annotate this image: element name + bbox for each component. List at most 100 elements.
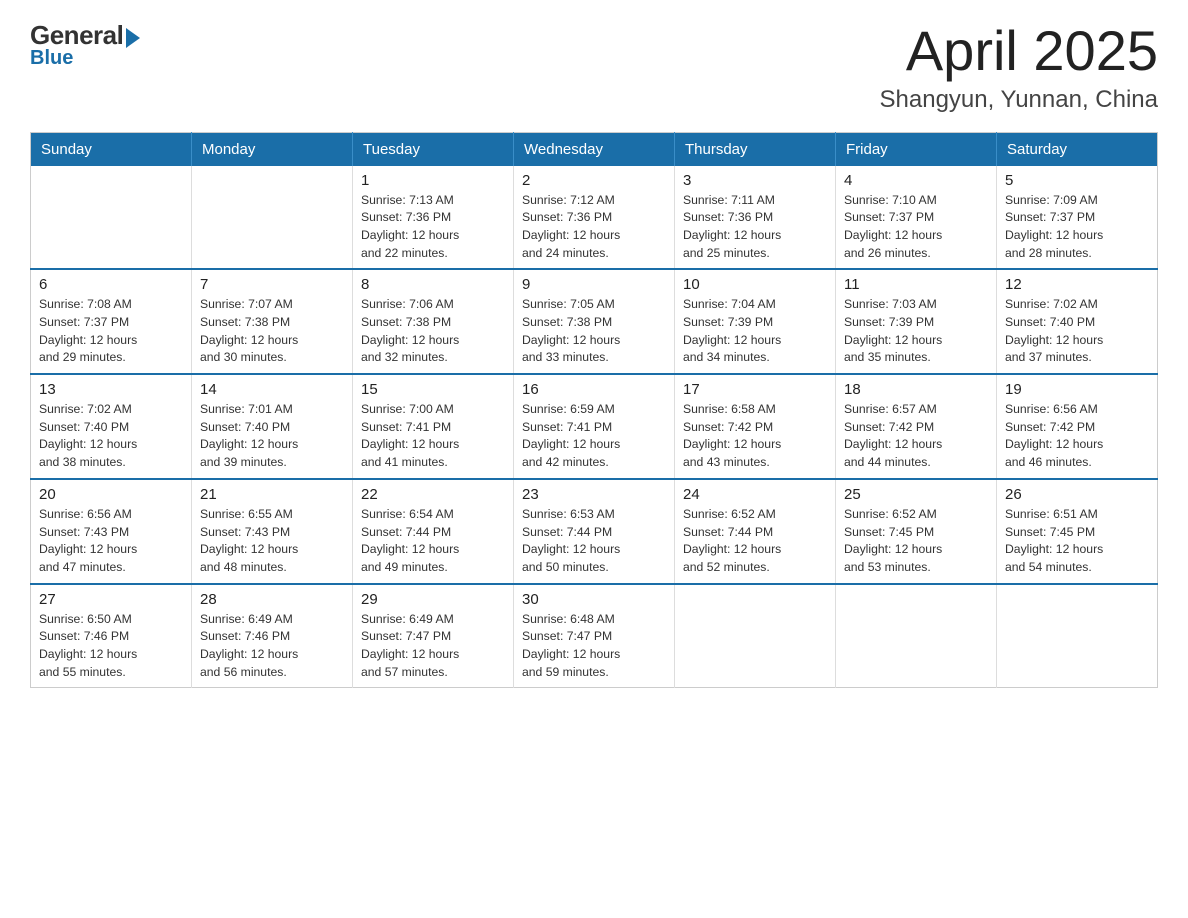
calendar-day-cell: 29 Sunrise: 6:49 AM Sunset: 7:47 PM Dayli… <box>353 584 514 688</box>
calendar-day-cell: 17 Sunrise: 6:58 AM Sunset: 7:42 PM Dayli… <box>675 374 836 479</box>
day-number: 2 <box>522 172 666 189</box>
day-info: Sunrise: 7:04 AM Sunset: 7:39 PM Dayligh… <box>683 296 827 367</box>
calendar-day-cell: 6 Sunrise: 7:08 AM Sunset: 7:37 PM Daylig… <box>31 269 192 374</box>
calendar-title: April 2025 <box>880 20 1158 82</box>
calendar-table: SundayMondayTuesdayWednesdayThursdayFrid… <box>30 132 1158 689</box>
calendar-day-cell: 25 Sunrise: 6:52 AM Sunset: 7:45 PM Dayli… <box>836 479 997 584</box>
day-number: 29 <box>361 591 505 608</box>
day-info: Sunrise: 7:05 AM Sunset: 7:38 PM Dayligh… <box>522 296 666 367</box>
day-info: Sunrise: 7:02 AM Sunset: 7:40 PM Dayligh… <box>39 401 183 472</box>
day-number: 30 <box>522 591 666 608</box>
day-info: Sunrise: 7:02 AM Sunset: 7:40 PM Dayligh… <box>1005 296 1149 367</box>
day-number: 28 <box>200 591 344 608</box>
day-number: 4 <box>844 172 988 189</box>
day-number: 16 <box>522 381 666 398</box>
day-info: Sunrise: 7:08 AM Sunset: 7:37 PM Dayligh… <box>39 296 183 367</box>
page-header: General Blue April 2025 Shangyun, Yunnan… <box>30 20 1158 114</box>
calendar-week-row: 13 Sunrise: 7:02 AM Sunset: 7:40 PM Dayli… <box>31 374 1158 479</box>
day-number: 12 <box>1005 276 1149 293</box>
day-number: 21 <box>200 486 344 503</box>
weekday-header: Monday <box>192 132 353 166</box>
day-number: 13 <box>39 381 183 398</box>
day-number: 5 <box>1005 172 1149 189</box>
day-number: 19 <box>1005 381 1149 398</box>
calendar-day-cell: 14 Sunrise: 7:01 AM Sunset: 7:40 PM Dayli… <box>192 374 353 479</box>
day-number: 18 <box>844 381 988 398</box>
calendar-day-cell: 1Sunrise: 7:13 AM Sunset: 7:36 PM Daylig… <box>353 166 514 270</box>
calendar-day-cell: 5 Sunrise: 7:09 AM Sunset: 7:37 PM Daylig… <box>997 166 1158 270</box>
calendar-week-row: 27Sunrise: 6:50 AM Sunset: 7:46 PM Dayli… <box>31 584 1158 688</box>
day-info: Sunrise: 6:53 AM Sunset: 7:44 PM Dayligh… <box>522 506 666 577</box>
calendar-day-cell: 26 Sunrise: 6:51 AM Sunset: 7:45 PM Dayli… <box>997 479 1158 584</box>
day-info: Sunrise: 6:52 AM Sunset: 7:44 PM Dayligh… <box>683 506 827 577</box>
day-number: 1 <box>361 172 505 189</box>
day-number: 15 <box>361 381 505 398</box>
calendar-day-cell: 4 Sunrise: 7:10 AM Sunset: 7:37 PM Daylig… <box>836 166 997 270</box>
day-info: Sunrise: 6:49 AM Sunset: 7:47 PM Dayligh… <box>361 611 505 682</box>
day-info: Sunrise: 6:56 AM Sunset: 7:43 PM Dayligh… <box>39 506 183 577</box>
weekday-header-row: SundayMondayTuesdayWednesdayThursdayFrid… <box>31 132 1158 166</box>
calendar-day-cell <box>836 584 997 688</box>
day-info: Sunrise: 7:06 AM Sunset: 7:38 PM Dayligh… <box>361 296 505 367</box>
calendar-week-row: 6 Sunrise: 7:08 AM Sunset: 7:37 PM Daylig… <box>31 269 1158 374</box>
day-number: 9 <box>522 276 666 293</box>
day-number: 10 <box>683 276 827 293</box>
calendar-day-cell <box>31 166 192 270</box>
day-info: Sunrise: 6:57 AM Sunset: 7:42 PM Dayligh… <box>844 401 988 472</box>
day-info: Sunrise: 7:09 AM Sunset: 7:37 PM Dayligh… <box>1005 192 1149 263</box>
day-info: Sunrise: 7:01 AM Sunset: 7:40 PM Dayligh… <box>200 401 344 472</box>
day-number: 6 <box>39 276 183 293</box>
weekday-header: Saturday <box>997 132 1158 166</box>
day-number: 14 <box>200 381 344 398</box>
calendar-day-cell: 24 Sunrise: 6:52 AM Sunset: 7:44 PM Dayli… <box>675 479 836 584</box>
day-info: Sunrise: 7:12 AM Sunset: 7:36 PM Dayligh… <box>522 192 666 263</box>
calendar-day-cell: 22Sunrise: 6:54 AM Sunset: 7:44 PM Dayli… <box>353 479 514 584</box>
day-number: 25 <box>844 486 988 503</box>
calendar-day-cell <box>192 166 353 270</box>
day-info: Sunrise: 6:58 AM Sunset: 7:42 PM Dayligh… <box>683 401 827 472</box>
calendar-day-cell: 27Sunrise: 6:50 AM Sunset: 7:46 PM Dayli… <box>31 584 192 688</box>
calendar-day-cell: 12 Sunrise: 7:02 AM Sunset: 7:40 PM Dayli… <box>997 269 1158 374</box>
day-info: Sunrise: 6:49 AM Sunset: 7:46 PM Dayligh… <box>200 611 344 682</box>
day-info: Sunrise: 7:07 AM Sunset: 7:38 PM Dayligh… <box>200 296 344 367</box>
day-number: 20 <box>39 486 183 503</box>
day-info: Sunrise: 7:03 AM Sunset: 7:39 PM Dayligh… <box>844 296 988 367</box>
calendar-day-cell <box>675 584 836 688</box>
calendar-day-cell: 30Sunrise: 6:48 AM Sunset: 7:47 PM Dayli… <box>514 584 675 688</box>
calendar-day-cell: 19 Sunrise: 6:56 AM Sunset: 7:42 PM Dayli… <box>997 374 1158 479</box>
weekday-header: Sunday <box>31 132 192 166</box>
weekday-header: Friday <box>836 132 997 166</box>
day-info: Sunrise: 6:54 AM Sunset: 7:44 PM Dayligh… <box>361 506 505 577</box>
calendar-day-cell: 11 Sunrise: 7:03 AM Sunset: 7:39 PM Dayli… <box>836 269 997 374</box>
day-number: 26 <box>1005 486 1149 503</box>
calendar-day-cell: 23Sunrise: 6:53 AM Sunset: 7:44 PM Dayli… <box>514 479 675 584</box>
day-info: Sunrise: 6:56 AM Sunset: 7:42 PM Dayligh… <box>1005 401 1149 472</box>
day-info: Sunrise: 7:00 AM Sunset: 7:41 PM Dayligh… <box>361 401 505 472</box>
calendar-subtitle: Shangyun, Yunnan, China <box>880 86 1158 114</box>
weekday-header: Wednesday <box>514 132 675 166</box>
calendar-day-cell: 16 Sunrise: 6:59 AM Sunset: 7:41 PM Dayli… <box>514 374 675 479</box>
day-info: Sunrise: 6:59 AM Sunset: 7:41 PM Dayligh… <box>522 401 666 472</box>
day-info: Sunrise: 6:50 AM Sunset: 7:46 PM Dayligh… <box>39 611 183 682</box>
day-info: Sunrise: 7:11 AM Sunset: 7:36 PM Dayligh… <box>683 192 827 263</box>
day-number: 7 <box>200 276 344 293</box>
logo: General Blue <box>30 20 140 70</box>
calendar-day-cell: 10 Sunrise: 7:04 AM Sunset: 7:39 PM Dayli… <box>675 269 836 374</box>
day-info: Sunrise: 6:51 AM Sunset: 7:45 PM Dayligh… <box>1005 506 1149 577</box>
day-number: 8 <box>361 276 505 293</box>
calendar-day-cell: 18 Sunrise: 6:57 AM Sunset: 7:42 PM Dayli… <box>836 374 997 479</box>
calendar-day-cell <box>997 584 1158 688</box>
day-info: Sunrise: 6:52 AM Sunset: 7:45 PM Dayligh… <box>844 506 988 577</box>
day-number: 11 <box>844 276 988 293</box>
calendar-week-row: 1Sunrise: 7:13 AM Sunset: 7:36 PM Daylig… <box>31 166 1158 270</box>
day-number: 24 <box>683 486 827 503</box>
day-info: Sunrise: 7:10 AM Sunset: 7:37 PM Dayligh… <box>844 192 988 263</box>
weekday-header: Thursday <box>675 132 836 166</box>
calendar-week-row: 20 Sunrise: 6:56 AM Sunset: 7:43 PM Dayli… <box>31 479 1158 584</box>
calendar-day-cell: 13 Sunrise: 7:02 AM Sunset: 7:40 PM Dayli… <box>31 374 192 479</box>
calendar-day-cell: 3 Sunrise: 7:11 AM Sunset: 7:36 PM Daylig… <box>675 166 836 270</box>
calendar-day-cell: 20 Sunrise: 6:56 AM Sunset: 7:43 PM Dayli… <box>31 479 192 584</box>
day-number: 3 <box>683 172 827 189</box>
day-number: 17 <box>683 381 827 398</box>
calendar-day-cell: 7 Sunrise: 7:07 AM Sunset: 7:38 PM Daylig… <box>192 269 353 374</box>
